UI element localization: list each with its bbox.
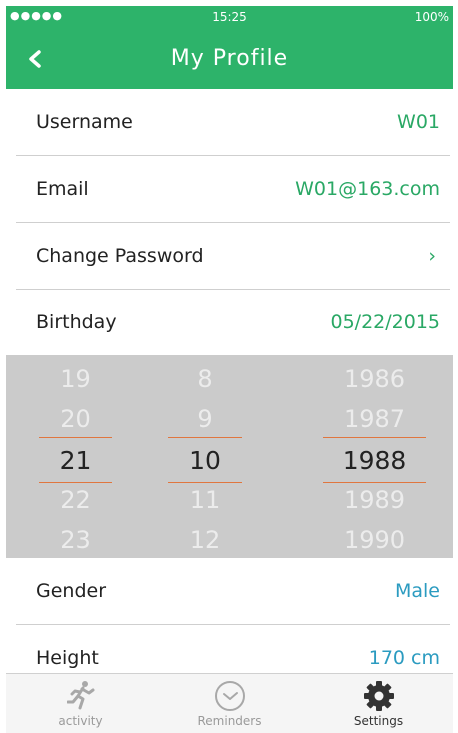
day-option[interactable]: 19 (39, 365, 112, 393)
height-value: 170 cm (368, 647, 440, 669)
birthday-label: Birthday (36, 311, 117, 333)
username-row[interactable]: Username W01 (16, 89, 450, 156)
selection-line (39, 437, 112, 438)
day-option[interactable]: 20 (39, 405, 112, 433)
username-label: Username (36, 111, 133, 133)
date-picker[interactable]: 19 20 21 22 23 8 9 10 11 12 1986 1987 19… (6, 355, 453, 558)
email-value: W01@163.com (295, 178, 440, 200)
year-option[interactable]: 1986 (323, 365, 426, 393)
status-bar: ●●●●● 15:25 100% (6, 6, 453, 28)
day-option[interactable]: 23 (39, 526, 112, 554)
tab-bar: activity Reminders Settings (6, 673, 453, 733)
tab-activity-label: activity (58, 714, 103, 728)
chevron-right-icon: › (428, 245, 436, 267)
month-option[interactable]: 11 (168, 486, 242, 514)
year-wheel[interactable]: 1986 1987 1988 1989 1990 (323, 355, 426, 558)
selection-line (39, 482, 112, 483)
month-wheel[interactable]: 8 9 10 11 12 (168, 355, 242, 558)
day-option[interactable]: 22 (39, 486, 112, 514)
page-title: My Profile (170, 46, 289, 71)
month-selected[interactable]: 10 (168, 446, 242, 475)
battery-level: 100% (414, 10, 449, 24)
tab-settings[interactable]: Settings (304, 674, 453, 733)
month-option[interactable]: 12 (168, 526, 242, 554)
email-label: Email (36, 178, 89, 200)
selection-line (168, 482, 242, 483)
selection-line (323, 437, 426, 438)
year-option[interactable]: 1987 (323, 405, 426, 433)
change-password-row[interactable]: Change Password › (16, 223, 450, 290)
year-option[interactable]: 1989 (323, 486, 426, 514)
year-option[interactable]: 1990 (323, 526, 426, 554)
tab-reminders-label: Reminders (197, 714, 262, 728)
username-value: W01 (397, 111, 440, 133)
clock-icon (214, 681, 245, 711)
month-option[interactable]: 8 (168, 365, 242, 393)
change-password-label: Change Password (36, 245, 204, 267)
header-bar: ●●●●● 15:25 100% My Profile (6, 6, 453, 89)
birthday-row[interactable]: Birthday 05/22/2015 (16, 289, 450, 356)
gender-row[interactable]: Gender Male (16, 558, 450, 625)
gear-icon (363, 681, 394, 711)
tab-reminders[interactable]: Reminders (155, 674, 304, 733)
day-selected[interactable]: 21 (39, 446, 112, 475)
tab-settings-label: Settings (353, 714, 404, 728)
status-time: 15:25 (212, 10, 247, 24)
email-row[interactable]: Email W01@163.com (16, 156, 450, 223)
day-wheel[interactable]: 19 20 21 22 23 (39, 355, 112, 558)
month-option[interactable]: 9 (168, 405, 242, 433)
gender-label: Gender (36, 580, 107, 602)
selection-line (168, 437, 242, 438)
birthday-value: 05/22/2015 (330, 311, 440, 333)
gender-value: Male (394, 580, 440, 602)
running-icon (66, 681, 94, 710)
tab-activity[interactable]: activity (6, 674, 155, 733)
selection-line (323, 482, 426, 483)
height-label: Height (36, 647, 99, 669)
phone-screen: ●●●●● 15:25 100% My Profile Username W01… (6, 6, 453, 733)
year-selected[interactable]: 1988 (323, 446, 426, 475)
